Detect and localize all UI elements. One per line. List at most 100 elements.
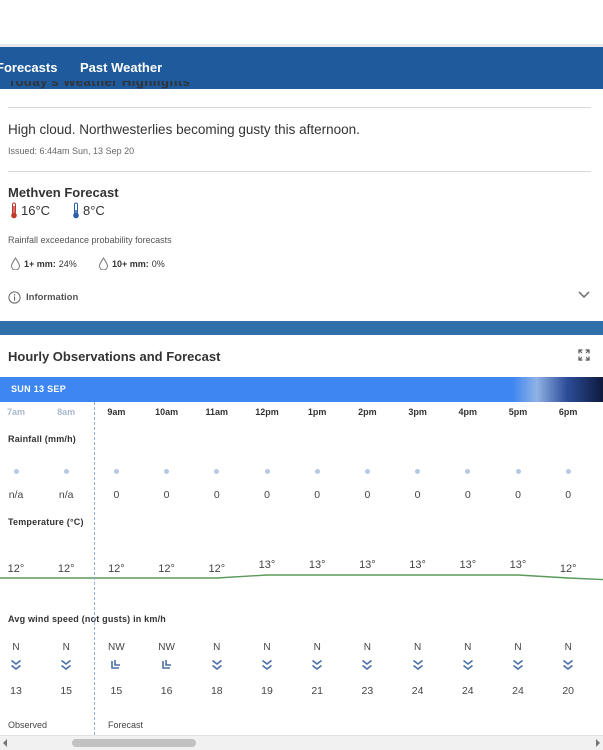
wind-direction: N <box>12 642 20 653</box>
wind-speed-value: 18 <box>210 685 223 697</box>
hourly-panel: Hourly Observations and Forecast SUN 13 … <box>0 335 603 750</box>
wind-speed-value: 21 <box>311 685 324 697</box>
wind-arrow-n-icon <box>11 659 21 671</box>
rainfall-value: 0 <box>163 489 170 501</box>
issued-time: Issued: 6:44am Sun, 13 Sep 20 <box>8 146 135 156</box>
hour-label: 2pm <box>358 407 377 417</box>
rainfall-dot <box>465 469 471 474</box>
hour-label: 9am <box>107 407 126 417</box>
horizontal-scrollbar[interactable] <box>0 735 603 750</box>
rain-prob-10mm: 10+ mm: 0% <box>98 257 165 270</box>
rainfall-dot <box>415 469 421 474</box>
rainfall-value: 0 <box>515 489 521 501</box>
hour-label: 12pm <box>255 407 279 417</box>
wind-speed-value: 15 <box>110 685 123 697</box>
rainfall-value: 0 <box>464 489 471 501</box>
hour-label: 1pm <box>307 407 327 417</box>
low-temperature: 8°C <box>72 202 105 219</box>
wind-speed-value: 24 <box>512 685 524 697</box>
rainfall-value: n/a <box>58 489 74 501</box>
wind-direction: N <box>464 642 472 653</box>
rainfall-dot <box>164 469 170 474</box>
chevron-down-icon[interactable] <box>577 290 591 300</box>
rainfall-value: 0 <box>113 489 120 501</box>
wind-direction: NW <box>158 642 175 653</box>
thermometer-hot-icon <box>11 202 17 219</box>
hour-label: 7am <box>6 407 25 417</box>
wind-arrow-nw-icon <box>111 660 121 669</box>
wind-arrow-n-icon <box>362 659 373 671</box>
nav-past-weather[interactable]: Past Weather <box>80 60 162 75</box>
rainfall-dot <box>113 469 119 474</box>
forecast-summary: High cloud. Northwesterlies becoming gus… <box>8 122 360 137</box>
scroll-left-arrow-icon[interactable] <box>3 739 7 747</box>
rainfall-value: n/a <box>8 489 24 501</box>
rainfall-dot <box>314 469 320 474</box>
rainfall-dot <box>565 469 571 474</box>
hour-label: 11am <box>205 407 229 417</box>
observed-forecast-divider <box>94 402 95 735</box>
temperature-line-chart <box>0 574 603 581</box>
thermometer-cold-icon <box>73 202 79 219</box>
wind-direction: N <box>213 642 221 653</box>
hour-label: 10am <box>155 407 179 417</box>
rainfall-dot <box>515 469 521 474</box>
wind-direction: NW <box>108 642 125 653</box>
rainfall-dot <box>264 469 270 474</box>
forecast-panel: Today's Weather Highlights High cloud. N… <box>0 81 603 321</box>
rainfall-value: 0 <box>565 489 572 501</box>
rainfall-dot <box>364 469 370 474</box>
rainfall-dot <box>63 469 69 474</box>
expand-icon[interactable] <box>578 349 590 361</box>
forecast-label: Forecast <box>108 720 144 730</box>
rainfall-value: 0 <box>264 489 270 501</box>
hour-label: 3pm <box>408 407 427 417</box>
raindrop-icon <box>10 257 21 270</box>
wind-speed-value: 16 <box>160 685 173 697</box>
wind-speed-value: 20 <box>562 685 575 697</box>
wind-speed-value: 23 <box>361 685 374 697</box>
wind-arrow-n-icon <box>262 659 272 671</box>
hour-label: 4pm <box>458 407 478 417</box>
wind-arrow-n-icon <box>211 659 222 671</box>
rainfall-dot <box>13 469 19 474</box>
rainfall-label: Rainfall (mm/h) <box>8 434 77 444</box>
location-forecast-title: Methven Forecast <box>8 185 119 200</box>
wind-arrow-n-icon <box>61 659 72 671</box>
wind-label: Avg wind speed (not gusts) in km/h <box>8 614 166 624</box>
wind-direction: N <box>313 642 321 653</box>
nav-forecasts[interactable]: Forecasts <box>0 60 57 75</box>
wind-arrow-n-icon <box>412 659 423 671</box>
information-toggle[interactable]: Information <box>8 291 78 304</box>
wind-direction: N <box>514 642 522 653</box>
information-label: Information <box>26 292 79 303</box>
wind-arrow-n-icon <box>563 659 574 671</box>
wind-arrow-nw-icon <box>161 660 171 669</box>
temperature-line <box>0 574 603 581</box>
wind-arrow-n-icon <box>462 659 473 671</box>
rainfall-value: 0 <box>364 489 371 501</box>
hour-label: 6pm <box>558 407 578 417</box>
observed-label: Observed <box>8 720 48 730</box>
hour-label: 8am <box>57 407 76 417</box>
wind-speed-value: 15 <box>60 685 73 697</box>
wind-arrow-n-icon <box>312 659 323 671</box>
wind-direction: N <box>564 642 572 653</box>
section-divider-band <box>0 321 603 335</box>
scrollbar-thumb[interactable] <box>72 739 196 747</box>
hour-label: 5pm <box>508 407 528 417</box>
wind-direction: N <box>363 642 371 653</box>
wind-speed-value: 19 <box>261 685 273 697</box>
top-whitespace <box>0 0 603 44</box>
wind-speed-value: 24 <box>461 685 474 697</box>
day-label: SUN 13 SEP <box>11 384 67 394</box>
rainfall-probability-title: Rainfall exceedance probability forecast… <box>8 235 172 245</box>
wind-speed-value: 24 <box>411 685 424 697</box>
day-band: SUN 13 SEP <box>0 377 603 402</box>
temperature-label: Temperature (°C) <box>8 517 84 527</box>
high-temperature: 16°C <box>10 202 50 219</box>
wind-direction: N <box>413 642 422 653</box>
scroll-right-arrow-icon[interactable] <box>596 739 600 747</box>
high-temp-value: 16°C <box>21 203 51 218</box>
rainfall-dot <box>214 469 220 474</box>
